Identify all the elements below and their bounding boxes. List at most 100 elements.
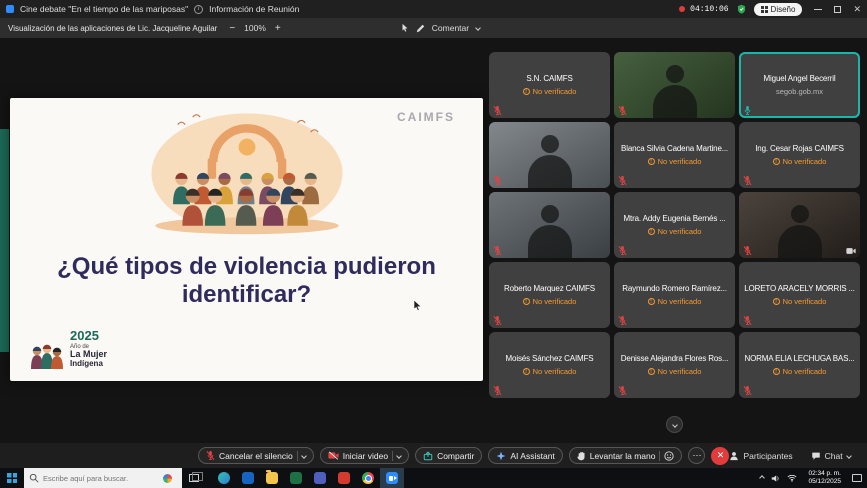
leave-meeting-button[interactable]: ✕ (711, 447, 729, 465)
participant-tile[interactable]: NORMA ELIA LECHUGA BAS... !No verificado (739, 332, 860, 398)
participant-tile[interactable] (614, 52, 735, 118)
chrome-icon[interactable] (356, 468, 380, 488)
unmute-button[interactable]: Cancelar el silencio (198, 447, 314, 464)
raise-hand-button[interactable]: Levantar la mano (569, 447, 683, 464)
participant-tile[interactable] (739, 192, 860, 258)
not-verified-badge: !No verificado (773, 157, 827, 166)
network-icon[interactable] (787, 474, 797, 482)
participant-tile[interactable]: Miguel Angel Becerrilsegob.gob.mx (739, 52, 860, 118)
task-view-button[interactable] (182, 468, 206, 488)
excel-icon[interactable] (284, 468, 308, 488)
edge-icon[interactable] (212, 468, 236, 488)
participant-tile[interactable]: Mtra. Addy Eugenia Bernés ...!No verific… (614, 192, 735, 258)
participant-tile[interactable]: Moisés Sánchez CAIMFS!No verificado (489, 332, 610, 398)
meeting-info-icon: i (194, 5, 203, 14)
not-verified-badge: !No verificado (523, 87, 577, 96)
comment-dropdown-chevron[interactable] (475, 25, 481, 31)
zoom-meeting-window: Cine debate "En el tiempo de las maripos… (0, 0, 867, 488)
security-shield-icon[interactable] (737, 4, 746, 14)
person-silhouette-body (528, 155, 572, 188)
warning-icon: ! (648, 158, 655, 165)
collapse-gallery-button[interactable] (666, 416, 683, 433)
zoom-icon[interactable] (380, 468, 404, 488)
task-view-icon (189, 474, 199, 482)
annotate-pencil-icon[interactable] (416, 24, 425, 33)
teams-icon (314, 472, 326, 484)
zoom-icon (386, 472, 398, 484)
minimize-button[interactable] (814, 9, 822, 10)
windows-taskbar: 02:34 p. m. 05/12/2025 (0, 468, 867, 488)
meeting-info-label[interactable]: Información de Reunión (209, 4, 299, 14)
comment-label[interactable]: Comentar (432, 23, 469, 33)
year-logo-line3: Indígena (70, 360, 107, 369)
more-options-button[interactable]: ⋯ (688, 447, 705, 464)
control-bar: Cancelar el silencio Iniciar video Compa… (0, 443, 867, 468)
participant-name: Ing. Cesar Rojas CAIMFS (755, 144, 844, 153)
warning-icon: ! (523, 368, 530, 375)
warning-icon: ! (648, 298, 655, 305)
tray-expand-icon[interactable] (760, 475, 766, 481)
start-button[interactable] (0, 468, 24, 488)
person-silhouette-body (653, 85, 697, 118)
participant-name: LORETO ARACELY MORRIS ... (744, 284, 855, 293)
design-button[interactable]: Diseño (754, 3, 803, 16)
divider (392, 451, 393, 461)
unmute-dropdown-chevron[interactable] (301, 453, 307, 459)
close-button[interactable]: ✕ (853, 5, 861, 14)
raised-hand-icon (577, 451, 586, 461)
chat-dropdown-chevron[interactable] (846, 453, 852, 459)
participant-tile[interactable]: Blanca Silvia Cadena Martine...!No verif… (614, 122, 735, 188)
edge-icon (218, 472, 230, 484)
action-center-icon[interactable] (852, 474, 862, 482)
zoom-out-button[interactable]: − (229, 23, 235, 34)
folder-icon[interactable] (260, 468, 284, 488)
titlebar: Cine debate "En el tiempo de las maripos… (0, 0, 867, 18)
meeting-title: Cine debate "En el tiempo de las maripos… (20, 4, 188, 14)
mic-muted-icon (618, 175, 627, 186)
zoom-in-button[interactable]: + (275, 23, 281, 34)
participant-name: NORMA ELIA LECHUGA BAS... (744, 354, 854, 363)
participant-tile[interactable]: Raymundo Romero Ramírez... !No verificado (614, 262, 735, 328)
outlook-icon[interactable] (236, 468, 260, 488)
not-verified-badge: !No verificado (523, 297, 577, 306)
acrobat-icon (338, 472, 350, 484)
video-dropdown-chevron[interactable] (396, 453, 402, 459)
maximize-button[interactable] (834, 6, 841, 13)
reactions-smiley-icon[interactable] (664, 451, 674, 461)
acrobat-icon[interactable] (332, 468, 356, 488)
search-highlights-icon[interactable] (163, 474, 172, 483)
participant-tile[interactable]: Roberto Marquez CAIMFS!No verificado (489, 262, 610, 328)
year-logo-2025: 2025 (70, 329, 107, 343)
meeting-timer: 04:10:06 (690, 5, 728, 14)
share-screen-icon (423, 451, 433, 461)
mic-muted-icon (493, 385, 502, 396)
chat-button[interactable]: Chat (811, 451, 851, 461)
speaker-icon[interactable] (771, 474, 780, 483)
share-screen-button[interactable]: Compartir (415, 447, 482, 464)
zoom-level[interactable]: 100% (244, 23, 266, 33)
not-verified-badge: !No verificado (648, 297, 702, 306)
participant-tile[interactable] (489, 192, 610, 258)
folder-icon (266, 472, 278, 484)
chat-bubble-icon (811, 451, 821, 461)
clock-date: 05/12/2025 (808, 478, 841, 486)
participant-tile[interactable] (489, 122, 610, 188)
start-video-button[interactable]: Iniciar video (320, 447, 409, 464)
windows-logo-icon (7, 473, 17, 483)
participant-grid: S.N. CAIMFS!No verificado Miguel Angel Be… (489, 52, 860, 398)
ai-assistant-button[interactable]: AI Assistant (488, 447, 562, 464)
pointer-icon[interactable] (401, 23, 409, 33)
search-input[interactable] (43, 474, 159, 483)
warning-icon: ! (773, 158, 780, 165)
participant-tile[interactable]: S.N. CAIMFS!No verificado (489, 52, 610, 118)
mic-muted-icon (493, 245, 502, 256)
taskbar-search[interactable] (24, 468, 182, 488)
participants-button[interactable]: Participantes (729, 451, 792, 461)
teams-icon[interactable] (308, 468, 332, 488)
clock[interactable]: 02:34 p. m. 05/12/2025 (804, 470, 845, 487)
participant-tile[interactable]: LORETO ARACELY MORRIS ...!No verificado (739, 262, 860, 328)
participant-name: Raymundo Romero Ramírez... (622, 284, 727, 293)
participant-tile[interactable]: Ing. Cesar Rojas CAIMFS !No verificado (739, 122, 860, 188)
participant-tile[interactable]: Denisse Alejandra Flores Ros...!No verif… (614, 332, 735, 398)
not-verified-badge: !No verificado (773, 367, 827, 376)
